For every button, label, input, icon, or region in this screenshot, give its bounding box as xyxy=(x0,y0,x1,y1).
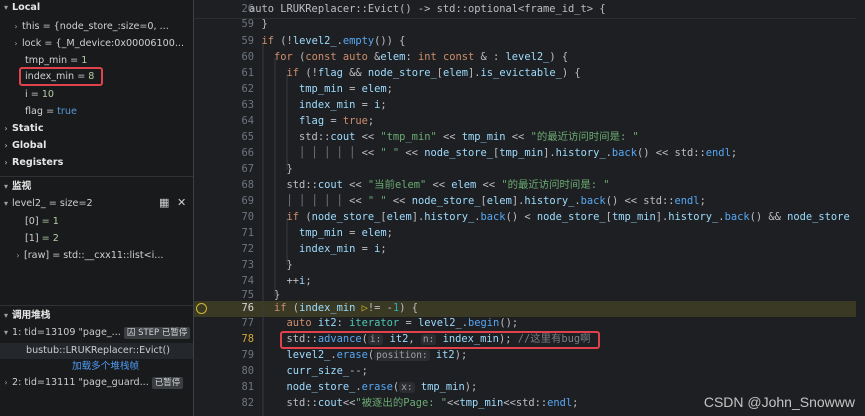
chevron-right-icon: › xyxy=(14,39,18,48)
var-row-flag[interactable]: flag = true xyxy=(0,104,193,120)
debug-panel: ▾ Local › this = {node_store_:size=0, ... … xyxy=(0,0,193,416)
chevron-down-icon: ▾ xyxy=(3,182,8,191)
chevron-down-icon: ▾ xyxy=(3,3,8,12)
copy-icon[interactable]: ▦ xyxy=(159,196,169,209)
watch-section-header[interactable]: ▾ 监视 xyxy=(0,179,193,195)
chevron-down-icon: ▾ xyxy=(3,328,8,337)
status-badge: 已暂停 xyxy=(151,377,184,389)
registers-section-header[interactable]: › Registers xyxy=(0,155,193,171)
local-section-header[interactable]: ▾ Local xyxy=(0,0,193,16)
highlight-box-index-min xyxy=(19,67,103,86)
code-line[interactable]: 73 } xyxy=(194,258,865,274)
global-section-header[interactable]: › Global xyxy=(0,138,193,154)
code-line[interactable]: 80 curr_size_--; xyxy=(194,364,865,380)
code-line[interactable]: 62 tmp_min = elem; xyxy=(194,82,865,98)
code-line[interactable]: 71 tmp_min = elem; xyxy=(194,226,865,242)
watermark: CSDN @John_Snowww xyxy=(703,394,855,410)
thread-row-2[interactable]: › 2: tid=13111 "page_guard... 已暂停 xyxy=(0,375,193,391)
breakpoint-icon[interactable] xyxy=(196,303,207,314)
code-line[interactable]: 59 } xyxy=(194,17,865,33)
code-line[interactable]: 65 std::cout << "tmp_min" << tmp_min << … xyxy=(194,130,865,146)
watch-child-0[interactable]: [0] = 1 xyxy=(0,214,193,230)
code-line-current[interactable]: 76 if (index_min ▷!= -1) { xyxy=(194,301,865,317)
code-line[interactable]: 64 flag = true; xyxy=(194,114,865,130)
chevron-right-icon: › xyxy=(4,378,8,387)
chevron-right-icon: › xyxy=(14,22,18,31)
status-badge: 囚 STEP 已暂停 xyxy=(123,327,191,339)
code-line[interactable]: 69 │ │ │ │ │ << " " << node_store_[elem]… xyxy=(194,194,865,210)
scrollbar[interactable] xyxy=(856,18,865,416)
thread-row-1[interactable]: ▾ 1: tid=13109 "page_... 囚 STEP 已暂停 xyxy=(0,325,193,341)
divider xyxy=(0,305,193,306)
code-line[interactable]: 61 if (!flag && node_store_[elem].is_evi… xyxy=(194,66,865,82)
code-line[interactable]: 70 if (node_store_[elem].history_.back()… xyxy=(194,210,865,226)
divider xyxy=(0,176,193,177)
code-line[interactable]: 72 index_min = i; xyxy=(194,242,865,258)
load-more-frames-link[interactable]: 加载多个堆栈帧 xyxy=(0,359,193,375)
watch-child-raw[interactable]: › [raw] = std::__cxx11::list<i... xyxy=(0,248,193,264)
callstack-section-header[interactable]: ▾ 调用堆栈 xyxy=(0,308,193,324)
chevron-right-icon: › xyxy=(16,251,20,260)
close-icon[interactable]: ✕ xyxy=(177,196,186,209)
code-line[interactable]: 77 auto it2: iterator = level2_.begin(); xyxy=(194,316,865,332)
code-line[interactable]: 63 index_min = i; xyxy=(194,98,865,114)
var-row-i[interactable]: i = 10 xyxy=(0,87,193,103)
chevron-right-icon: › xyxy=(4,141,8,150)
static-section-header[interactable]: › Static xyxy=(0,121,193,137)
code-line[interactable]: 66 │ │ │ │ │ << " " << node_store_[tmp_m… xyxy=(194,146,865,162)
watch-child-1[interactable]: [1] = 2 xyxy=(0,231,193,247)
chevron-down-icon: ▾ xyxy=(3,199,8,208)
var-row-lock[interactable]: › lock = {_M_device:0x00006100... xyxy=(0,36,193,52)
stack-frame-evict[interactable]: bustub::LRUKReplacer::Evict() xyxy=(0,343,193,359)
sticky-header-code: auto LRUKReplacer::Evict() -> std::optio… xyxy=(249,3,606,15)
code-line[interactable]: 68 std::cout << "当前elem" << elem << "的最近… xyxy=(194,178,865,194)
code-line[interactable]: 79 level2_.erase(position: it2); xyxy=(194,348,865,364)
chevron-right-icon: › xyxy=(4,158,8,167)
chevron-down-icon: ▾ xyxy=(3,311,8,320)
chevron-right-icon: › xyxy=(4,124,8,133)
code-editor[interactable]: 26 auto LRUKReplacer::Evict() -> std::op… xyxy=(194,0,865,416)
code-line[interactable]: 60 for (const auto &elem: int const & : … xyxy=(194,50,865,66)
highlight-box-advance xyxy=(280,331,600,349)
code-line[interactable]: 67 } xyxy=(194,162,865,178)
code-line[interactable]: 59 if (!level2_.empty()) { xyxy=(194,34,865,50)
var-row-this[interactable]: › this = {node_store_:size=0, ... xyxy=(0,19,193,35)
